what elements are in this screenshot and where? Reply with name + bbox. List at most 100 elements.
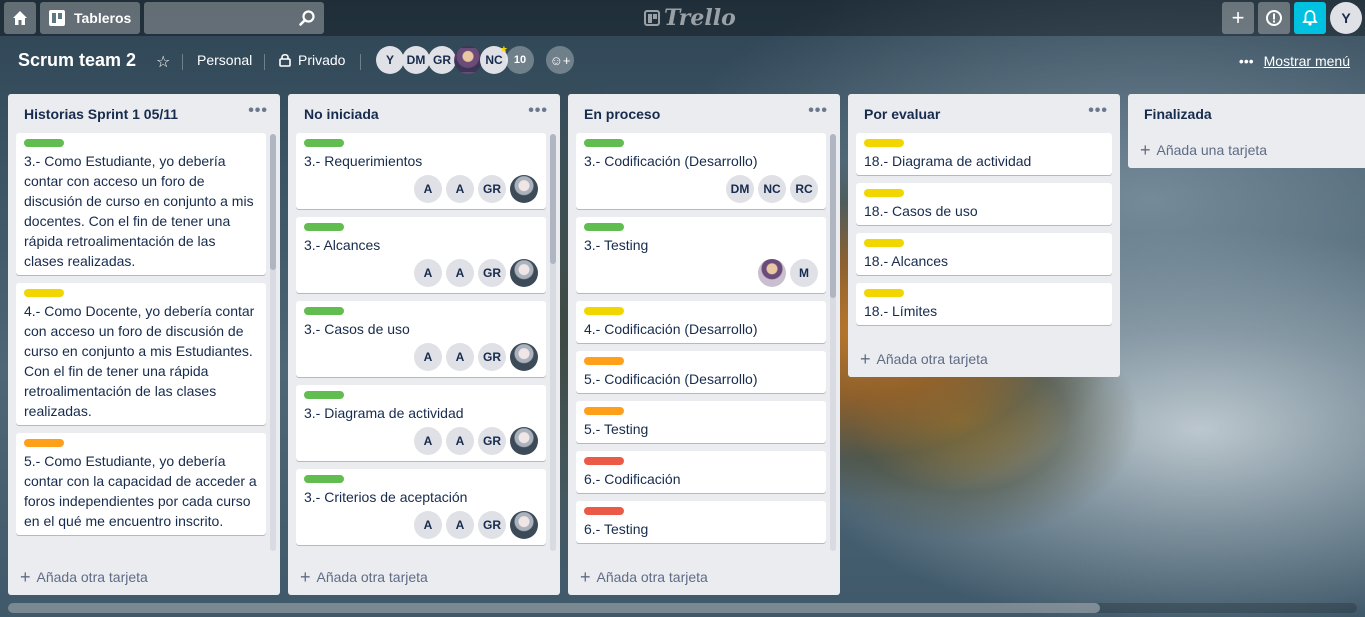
card-label-red[interactable] (584, 507, 624, 515)
more-members-button[interactable]: 10 (506, 46, 534, 74)
info-button[interactable] (1258, 2, 1290, 34)
card[interactable]: 5.- Como Estudiante, yo debería contar c… (16, 433, 266, 535)
member-avatar[interactable]: GR (478, 259, 506, 287)
card[interactable]: 18.- Límites (856, 283, 1112, 325)
card[interactable]: 6.- Codificación (576, 451, 826, 493)
team-button[interactable]: Personal (197, 52, 252, 68)
member-avatar[interactable]: A (414, 343, 442, 371)
card[interactable]: 3.- Como Estudiante, yo debería contar c… (16, 133, 266, 275)
member-avatar[interactable]: A (414, 427, 442, 455)
card-label-yellow[interactable] (864, 139, 904, 147)
member-avatar[interactable]: GR (478, 175, 506, 203)
user-avatar[interactable]: Y (1330, 2, 1362, 34)
member-avatar-photo[interactable] (454, 46, 482, 74)
add-card-button[interactable]: + Añada otra tarjeta (300, 568, 428, 586)
star-icon[interactable]: ☆ (156, 52, 170, 72)
member-avatar-photo[interactable] (510, 511, 538, 539)
member-avatar[interactable]: A (446, 259, 474, 287)
member-avatar-photo[interactable] (510, 343, 538, 371)
list-menu-icon[interactable]: ••• (528, 102, 548, 120)
trello-logo[interactable]: Trello (644, 5, 736, 31)
member-avatar[interactable]: A (446, 427, 474, 455)
member-avatar-photo[interactable] (510, 427, 538, 455)
member-avatar[interactable]: GR (478, 343, 506, 371)
member-avatar[interactable]: A (446, 175, 474, 203)
member-avatar-photo[interactable] (758, 259, 786, 287)
list-scrollbar-thumb[interactable] (550, 134, 556, 264)
create-button[interactable]: + (1222, 2, 1254, 34)
member-avatar-photo[interactable] (510, 175, 538, 203)
invite-button[interactable]: ☺+ (546, 46, 574, 74)
card[interactable]: 18.- Casos de uso (856, 183, 1112, 225)
card-label-green[interactable] (584, 139, 624, 147)
card-label-green[interactable] (24, 139, 64, 147)
member-avatar[interactable]: GR (428, 46, 456, 74)
horizontal-scrollbar[interactable] (8, 603, 1357, 613)
card-label-orange[interactable] (584, 407, 624, 415)
member-avatar[interactable]: A (414, 175, 442, 203)
add-card-button[interactable]: + Añada otra tarjeta (580, 568, 708, 586)
card-label-yellow[interactable] (864, 189, 904, 197)
list-header[interactable]: Historias Sprint 1 05/11 ••• (8, 94, 280, 134)
member-avatar[interactable]: A (446, 511, 474, 539)
card-label-green[interactable] (304, 223, 344, 231)
member-avatar[interactable]: M (790, 259, 818, 287)
member-avatar[interactable]: GR (478, 511, 506, 539)
list-menu-icon[interactable]: ••• (808, 102, 828, 120)
card[interactable]: 3.- Alcances A A GR (296, 217, 546, 293)
member-avatar[interactable]: DM (726, 175, 754, 203)
member-avatar[interactable]: NC (758, 175, 786, 203)
card[interactable]: 3.- Requerimientos A A GR (296, 133, 546, 209)
list-header[interactable]: En proceso ••• (568, 94, 840, 134)
list-scrollbar-thumb[interactable] (830, 134, 836, 298)
card[interactable]: 18.- Diagrama de actividad (856, 133, 1112, 175)
member-avatar[interactable]: DM (402, 46, 430, 74)
horizontal-scrollbar-thumb[interactable] (8, 603, 1100, 613)
card-label-green[interactable] (304, 391, 344, 399)
list-scrollbar[interactable] (830, 134, 836, 551)
card-label-orange[interactable] (24, 439, 64, 447)
member-avatar-photo[interactable] (510, 259, 538, 287)
list-header[interactable]: Por evaluar ••• (848, 94, 1120, 134)
card[interactable]: 4.- Como Docente, yo debería contar con … (16, 283, 266, 425)
card[interactable]: 3.- Criterios de aceptación A A GR (296, 469, 546, 545)
card-label-red[interactable] (584, 457, 624, 465)
list-menu-icon[interactable]: ••• (1088, 102, 1108, 120)
card-label-orange[interactable] (584, 357, 624, 365)
member-avatar[interactable]: Y (376, 46, 404, 74)
add-card-button[interactable]: + Añada otra tarjeta (860, 350, 988, 368)
board-title[interactable]: Scrum team 2 (18, 50, 136, 71)
card[interactable]: 3.- Diagrama de actividad A A GR (296, 385, 546, 461)
card-label-yellow[interactable] (584, 307, 624, 315)
home-button[interactable] (4, 2, 36, 34)
card-label-green[interactable] (304, 307, 344, 315)
card[interactable]: 3.- Casos de uso A A GR (296, 301, 546, 377)
list-header[interactable]: No iniciada ••• (288, 94, 560, 134)
card-label-green[interactable] (304, 139, 344, 147)
search-icon[interactable] (298, 9, 316, 27)
card[interactable]: 3.- Testing M (576, 217, 826, 293)
notifications-button[interactable] (1294, 2, 1326, 34)
list-title[interactable]: En proceso (584, 106, 660, 122)
list-title[interactable]: No iniciada (304, 106, 379, 122)
list-header[interactable]: Finalizada (1128, 94, 1365, 134)
member-avatar[interactable]: A (414, 511, 442, 539)
list-scrollbar[interactable] (270, 134, 276, 551)
list-title[interactable]: Historias Sprint 1 05/11 (24, 106, 178, 122)
card[interactable]: 18.- Alcances (856, 233, 1112, 275)
boards-button[interactable]: Tableros (40, 2, 140, 34)
card-label-yellow[interactable] (864, 289, 904, 297)
member-avatar[interactable]: GR (478, 427, 506, 455)
list-menu-icon[interactable]: ••• (248, 102, 268, 120)
card[interactable]: 5.- Codificación (Desarrollo) (576, 351, 826, 393)
card-label-green[interactable] (584, 223, 624, 231)
card-label-yellow[interactable] (24, 289, 64, 297)
show-menu-button[interactable]: ••• Mostrar menú (1239, 53, 1350, 69)
visibility-button[interactable]: Privado (278, 52, 345, 68)
member-avatar[interactable]: A (414, 259, 442, 287)
member-avatar[interactable]: RC (790, 175, 818, 203)
card[interactable]: 4.- Codificación (Desarrollo) (576, 301, 826, 343)
card[interactable]: 5.- Testing (576, 401, 826, 443)
list-title[interactable]: Finalizada (1144, 106, 1212, 122)
search-input[interactable] (144, 2, 324, 34)
